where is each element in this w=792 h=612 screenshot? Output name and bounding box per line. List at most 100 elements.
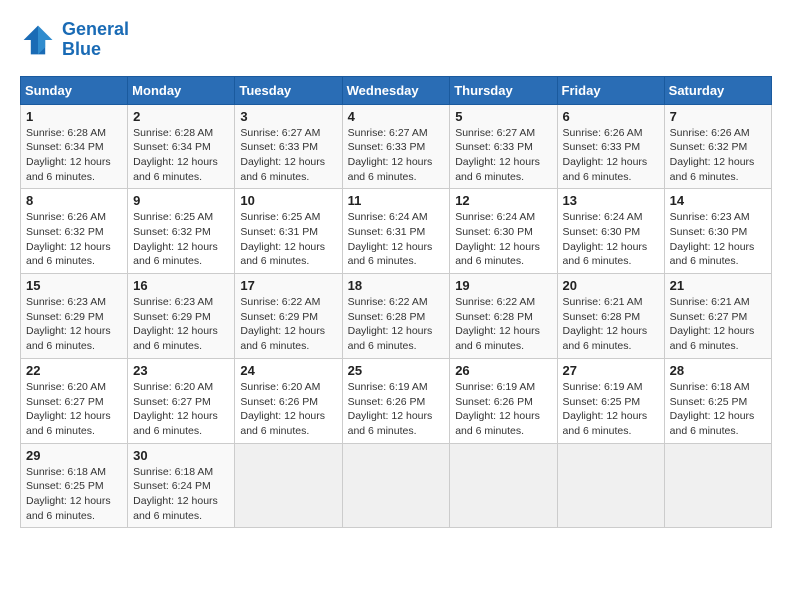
day-info: Sunrise: 6:19 AMSunset: 6:25 PMDaylight:…: [563, 380, 659, 439]
calendar-day-26: 26 Sunrise: 6:19 AMSunset: 6:26 PMDayligh…: [450, 358, 557, 443]
day-number: 14: [670, 193, 766, 208]
day-number: 13: [563, 193, 659, 208]
day-info: Sunrise: 6:22 AMSunset: 6:29 PMDaylight:…: [240, 295, 336, 354]
day-info: Sunrise: 6:20 AMSunset: 6:27 PMDaylight:…: [133, 380, 229, 439]
calendar-day-25: 25 Sunrise: 6:19 AMSunset: 6:26 PMDayligh…: [342, 358, 450, 443]
day-number: 20: [563, 278, 659, 293]
day-number: 4: [348, 109, 445, 124]
day-info: Sunrise: 6:27 AMSunset: 6:33 PMDaylight:…: [240, 126, 336, 185]
calendar-day-16: 16 Sunrise: 6:23 AMSunset: 6:29 PMDayligh…: [128, 274, 235, 359]
day-info: Sunrise: 6:20 AMSunset: 6:26 PMDaylight:…: [240, 380, 336, 439]
calendar-day-12: 12 Sunrise: 6:24 AMSunset: 6:30 PMDayligh…: [450, 189, 557, 274]
calendar-day-2: 2 Sunrise: 6:28 AMSunset: 6:34 PMDaylight…: [128, 104, 235, 189]
day-number: 30: [133, 448, 229, 463]
day-info: Sunrise: 6:26 AMSunset: 6:32 PMDaylight:…: [26, 210, 122, 269]
calendar-day-21: 21 Sunrise: 6:21 AMSunset: 6:27 PMDayligh…: [664, 274, 771, 359]
day-info: Sunrise: 6:24 AMSunset: 6:31 PMDaylight:…: [348, 210, 445, 269]
calendar-day-13: 13 Sunrise: 6:24 AMSunset: 6:30 PMDayligh…: [557, 189, 664, 274]
day-number: 12: [455, 193, 551, 208]
day-info: Sunrise: 6:26 AMSunset: 6:33 PMDaylight:…: [563, 126, 659, 185]
day-info: Sunrise: 6:21 AMSunset: 6:27 PMDaylight:…: [670, 295, 766, 354]
calendar-day-30: 30 Sunrise: 6:18 AMSunset: 6:24 PMDayligh…: [128, 443, 235, 528]
day-number: 23: [133, 363, 229, 378]
calendar-day-3: 3 Sunrise: 6:27 AMSunset: 6:33 PMDaylight…: [235, 104, 342, 189]
calendar-day-29: 29 Sunrise: 6:18 AMSunset: 6:25 PMDayligh…: [21, 443, 128, 528]
calendar-day-20: 20Sunrise: 6:21 AMSunset: 6:28 PMDayligh…: [557, 274, 664, 359]
day-number: 2: [133, 109, 229, 124]
logo-icon: [20, 22, 56, 58]
calendar-day-6: 6 Sunrise: 6:26 AMSunset: 6:33 PMDaylight…: [557, 104, 664, 189]
day-number: 26: [455, 363, 551, 378]
page-header: General Blue: [20, 20, 772, 60]
day-number: 21: [670, 278, 766, 293]
calendar-day-7: 7Sunrise: 6:26 AMSunset: 6:32 PMDaylight…: [664, 104, 771, 189]
calendar-empty: [664, 443, 771, 528]
day-number: 28: [670, 363, 766, 378]
day-number: 18: [348, 278, 445, 293]
calendar-day-27: 27 Sunrise: 6:19 AMSunset: 6:25 PMDayligh…: [557, 358, 664, 443]
day-number: 9: [133, 193, 229, 208]
day-number: 3: [240, 109, 336, 124]
calendar-week-5: 29 Sunrise: 6:18 AMSunset: 6:25 PMDayligh…: [21, 443, 772, 528]
day-number: 27: [563, 363, 659, 378]
calendar-day-8: 8Sunrise: 6:26 AMSunset: 6:32 PMDaylight…: [21, 189, 128, 274]
calendar-empty: [557, 443, 664, 528]
day-info: Sunrise: 6:28 AMSunset: 6:34 PMDaylight:…: [133, 126, 229, 185]
day-info: Sunrise: 6:23 AMSunset: 6:29 PMDaylight:…: [133, 295, 229, 354]
day-info: Sunrise: 6:24 AMSunset: 6:30 PMDaylight:…: [563, 210, 659, 269]
day-number: 11: [348, 193, 445, 208]
calendar-day-5: 5 Sunrise: 6:27 AMSunset: 6:33 PMDaylight…: [450, 104, 557, 189]
header-tuesday: Tuesday: [235, 76, 342, 104]
day-info: Sunrise: 6:18 AMSunset: 6:25 PMDaylight:…: [670, 380, 766, 439]
calendar-day-17: 17 Sunrise: 6:22 AMSunset: 6:29 PMDayligh…: [235, 274, 342, 359]
day-info: Sunrise: 6:25 AMSunset: 6:32 PMDaylight:…: [133, 210, 229, 269]
calendar-header-row: SundayMondayTuesdayWednesdayThursdayFrid…: [21, 76, 772, 104]
header-sunday: Sunday: [21, 76, 128, 104]
day-number: 29: [26, 448, 122, 463]
calendar-day-14: 14Sunrise: 6:23 AMSunset: 6:30 PMDayligh…: [664, 189, 771, 274]
calendar-empty: [450, 443, 557, 528]
day-info: Sunrise: 6:19 AMSunset: 6:26 PMDaylight:…: [455, 380, 551, 439]
header-saturday: Saturday: [664, 76, 771, 104]
header-thursday: Thursday: [450, 76, 557, 104]
calendar-day-19: 19 Sunrise: 6:22 AMSunset: 6:28 PMDayligh…: [450, 274, 557, 359]
day-number: 16: [133, 278, 229, 293]
header-monday: Monday: [128, 76, 235, 104]
day-number: 5: [455, 109, 551, 124]
calendar-day-11: 11 Sunrise: 6:24 AMSunset: 6:31 PMDayligh…: [342, 189, 450, 274]
calendar-week-2: 8Sunrise: 6:26 AMSunset: 6:32 PMDaylight…: [21, 189, 772, 274]
day-number: 7: [670, 109, 766, 124]
calendar-week-3: 15 Sunrise: 6:23 AMSunset: 6:29 PMDayligh…: [21, 274, 772, 359]
day-info: Sunrise: 6:19 AMSunset: 6:26 PMDaylight:…: [348, 380, 445, 439]
logo-text: General Blue: [62, 20, 129, 60]
day-number: 17: [240, 278, 336, 293]
day-info: Sunrise: 6:27 AMSunset: 6:33 PMDaylight:…: [455, 126, 551, 185]
day-number: 25: [348, 363, 445, 378]
header-wednesday: Wednesday: [342, 76, 450, 104]
day-info: Sunrise: 6:24 AMSunset: 6:30 PMDaylight:…: [455, 210, 551, 269]
day-info: Sunrise: 6:23 AMSunset: 6:29 PMDaylight:…: [26, 295, 122, 354]
calendar-day-4: 4 Sunrise: 6:27 AMSunset: 6:33 PMDaylight…: [342, 104, 450, 189]
calendar-empty: [235, 443, 342, 528]
logo: General Blue: [20, 20, 129, 60]
day-number: 15: [26, 278, 122, 293]
calendar-day-22: 22 Sunrise: 6:20 AMSunset: 6:27 PMDayligh…: [21, 358, 128, 443]
calendar-empty: [342, 443, 450, 528]
day-info: Sunrise: 6:22 AMSunset: 6:28 PMDaylight:…: [348, 295, 445, 354]
day-number: 22: [26, 363, 122, 378]
day-info: Sunrise: 6:18 AMSunset: 6:24 PMDaylight:…: [133, 465, 229, 524]
calendar-day-15: 15 Sunrise: 6:23 AMSunset: 6:29 PMDayligh…: [21, 274, 128, 359]
calendar-day-10: 10Sunrise: 6:25 AMSunset: 6:31 PMDayligh…: [235, 189, 342, 274]
day-info: Sunrise: 6:22 AMSunset: 6:28 PMDaylight:…: [455, 295, 551, 354]
day-number: 19: [455, 278, 551, 293]
calendar-week-1: 1 Sunrise: 6:28 AMSunset: 6:34 PMDaylight…: [21, 104, 772, 189]
day-info: Sunrise: 6:27 AMSunset: 6:33 PMDaylight:…: [348, 126, 445, 185]
day-number: 1: [26, 109, 122, 124]
calendar-day-28: 28 Sunrise: 6:18 AMSunset: 6:25 PMDayligh…: [664, 358, 771, 443]
calendar-day-1: 1Sunrise: 6:28 AMSunset: 6:34 PMDaylight…: [21, 104, 128, 189]
day-number: 10: [240, 193, 336, 208]
calendar-week-4: 22 Sunrise: 6:20 AMSunset: 6:27 PMDayligh…: [21, 358, 772, 443]
day-number: 6: [563, 109, 659, 124]
day-info: Sunrise: 6:18 AMSunset: 6:25 PMDaylight:…: [26, 465, 122, 524]
day-info: Sunrise: 6:20 AMSunset: 6:27 PMDaylight:…: [26, 380, 122, 439]
